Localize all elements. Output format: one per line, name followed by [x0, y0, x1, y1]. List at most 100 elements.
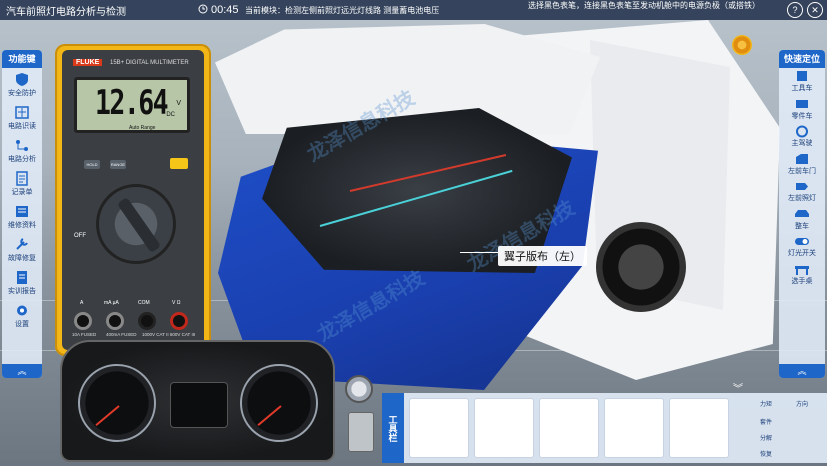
wrench-icon: [16, 237, 28, 250]
left-bar-item-circuit-reading[interactable]: 电路识读: [2, 101, 42, 134]
locate-driver-seat[interactable]: 主驾驶: [779, 123, 825, 151]
direction-button[interactable]: 方向: [796, 399, 808, 408]
locate-item-label: 零件车: [791, 112, 813, 120]
locate-tool-cart[interactable]: 工具车: [779, 68, 825, 96]
compass-icon[interactable]: [732, 35, 752, 55]
help-icon[interactable]: ?: [787, 2, 803, 18]
fuse-label: 10A FUSED: [72, 332, 97, 337]
multimeter-range-text: Auto Range: [129, 125, 156, 131]
off-label: OFF: [74, 233, 86, 239]
speedometer: [78, 364, 156, 442]
light-switch-icon: [795, 238, 809, 246]
fuse-label: 400mA FUSED: [106, 332, 137, 337]
locate-whole-car[interactable]: 整车: [779, 206, 825, 234]
left-bar-item-label: 电路分析: [8, 155, 36, 163]
tool-slot[interactable]: [604, 398, 664, 458]
jack-label: A: [80, 300, 84, 306]
left-bar-item-circuit-analysis[interactable]: 电路分析: [2, 134, 42, 167]
ignition-knob[interactable]: [345, 375, 373, 403]
left-bar-item-settings[interactable]: 设置: [2, 299, 42, 332]
rpm-needle: [257, 405, 282, 427]
callout-line: [460, 252, 498, 253]
multimeter-mode: DC: [166, 112, 175, 118]
hold-button[interactable]: HOLD: [84, 160, 100, 169]
locate-light-switch[interactable]: 灯光开关: [779, 233, 825, 261]
tool-cart-icon: [797, 71, 807, 82]
left-bar-item-fault-repair[interactable]: 故障修复: [2, 233, 42, 266]
collapse-arrow-icon[interactable]: ︽: [779, 364, 825, 378]
car-wheel: [596, 222, 686, 312]
close-icon[interactable]: ✕: [807, 2, 823, 18]
left-bar-item-repair-data[interactable]: 维修资料: [2, 200, 42, 233]
timer-text: 00:45: [211, 4, 239, 16]
left-bar-item-label: 电路识读: [8, 122, 36, 130]
restore-button[interactable]: 恢复: [760, 449, 772, 458]
brake-pedal[interactable]: [348, 412, 374, 452]
selector-knob[interactable]: [116, 196, 162, 254]
locate-item-label: 左前车门: [788, 167, 816, 175]
shield-icon: [16, 72, 28, 86]
function-key-title: 功能键: [2, 50, 42, 68]
report-icon: [17, 270, 27, 284]
left-bar-item-label: 维修资料: [8, 221, 36, 229]
com-jack[interactable]: [138, 312, 156, 330]
tool-slot[interactable]: [669, 398, 729, 458]
v-ohm-jack[interactable]: [170, 312, 188, 330]
tool-slot[interactable]: [474, 398, 534, 458]
fuse-label: 1000V CAT II 600V CAT III: [142, 332, 196, 337]
multimeter-model: 15B+ DIGITAL MULTIMETER: [110, 60, 189, 66]
center-display: [170, 382, 228, 428]
collapse-arrow-icon[interactable]: ︽: [2, 364, 42, 378]
instrument-cluster: [60, 340, 335, 462]
record-icon: [16, 170, 28, 186]
left-bar-item-label: 实训报告: [8, 287, 36, 295]
gear-icon: [17, 305, 27, 315]
locate-item-label: 整车: [795, 222, 809, 230]
timer: 00:45: [198, 2, 239, 18]
ma-jack[interactable]: [106, 312, 124, 330]
locate-parts-cart[interactable]: 零件车: [779, 96, 825, 124]
steering-wheel-icon: [796, 125, 808, 138]
kit-button[interactable]: 套件: [760, 417, 772, 426]
locate-item-label: 选手桌: [791, 277, 813, 285]
desk-icon: [795, 265, 809, 275]
circuit-book-icon: [15, 105, 29, 119]
toolbar: 工具栏: [382, 393, 752, 463]
locate-item-label: 工具车: [791, 85, 813, 93]
circuit-icon: [16, 139, 28, 151]
tachometer: [240, 364, 318, 442]
left-bar-item-report[interactable]: 实训报告: [2, 266, 42, 299]
left-bar-item-record[interactable]: 记录单: [2, 167, 42, 200]
jack-label: COM: [138, 300, 150, 306]
locate-player-desk[interactable]: 选手桌: [779, 261, 825, 289]
locate-left-headlight[interactable]: 左前照灯: [779, 178, 825, 206]
tool-slot[interactable]: [409, 398, 469, 458]
multimeter-face: FLUKE 15B+ DIGITAL MULTIMETER 12.64 V DC…: [62, 50, 204, 350]
range-button[interactable]: RANGE: [110, 160, 126, 169]
manual-icon: [16, 205, 28, 217]
left-bar-item-label: 安全防护: [8, 89, 36, 97]
torque-button[interactable]: 力矩: [760, 399, 772, 408]
multimeter-unit: V: [176, 100, 181, 107]
tool-slot[interactable]: [539, 398, 599, 458]
quick-locate-title: 快速定位: [779, 50, 825, 68]
top-header: 汽车前照灯电路分析与检测 00:45 当前模块：检测左侧前照灯远光灯线路 测量蓄…: [0, 0, 827, 20]
selector-dial[interactable]: [96, 184, 176, 264]
locate-item-label: 灯光开关: [788, 250, 816, 258]
car-icon: [795, 209, 809, 217]
disassemble-button[interactable]: 分解: [760, 433, 772, 442]
toolbar-tab[interactable]: 工具栏: [382, 393, 404, 463]
multimeter-reading: 12.64: [95, 83, 169, 123]
instruction-text: 选择黑色表笔，连接黑色表笔至发动机舱中的电源负极（或搭铁）: [528, 1, 760, 10]
locate-left-front-door[interactable]: 左前车门: [779, 151, 825, 179]
jack-label: mA µA: [104, 300, 119, 306]
left-bar-item-safety[interactable]: 安全防护: [2, 68, 42, 101]
a-jack[interactable]: [74, 312, 92, 330]
headlight-icon: [796, 183, 808, 191]
clock-icon: [198, 1, 208, 19]
toolbar-side-panel: 力矩 方向 套件 分解 恢复: [752, 393, 827, 463]
parts-cart-icon: [796, 99, 808, 108]
backlight-button[interactable]: [170, 158, 188, 169]
function-key-bar: 功能键 安全防护 电路识读 电路分析 记录单 维修资料 故障修复 实训报告 设置…: [2, 50, 42, 378]
multimeter[interactable]: FLUKE 15B+ DIGITAL MULTIMETER 12.64 V DC…: [55, 44, 211, 356]
